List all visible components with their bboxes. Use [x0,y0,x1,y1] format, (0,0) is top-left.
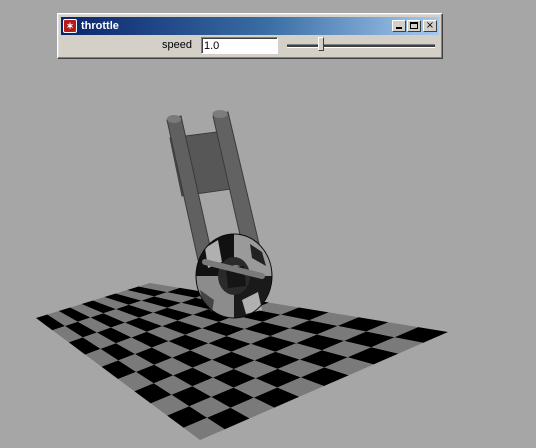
speed-label: speed [162,39,192,51]
speed-field[interactable] [201,37,278,54]
close-icon: × [425,20,435,31]
app-logo-icon[interactable]: ✶ [63,19,77,33]
unicycle-model [166,110,273,319]
window-title: throttle [81,20,119,32]
minimize-button[interactable] [392,20,406,32]
fork-leg-right-cap [212,110,228,118]
3d-viewport[interactable] [0,0,536,448]
speed-slider[interactable] [285,36,437,54]
maximize-button[interactable] [407,20,421,32]
minimize-icon [396,27,402,29]
title-bar[interactable]: ✶ throttle × [61,17,439,35]
fork-leg-left-cap [167,115,181,123]
slider-track [287,44,435,48]
throttle-dialog[interactable]: ✶ throttle × speed [57,13,443,59]
maximize-icon [410,22,418,29]
close-button[interactable]: × [423,20,437,32]
slider-thumb[interactable] [317,37,324,51]
